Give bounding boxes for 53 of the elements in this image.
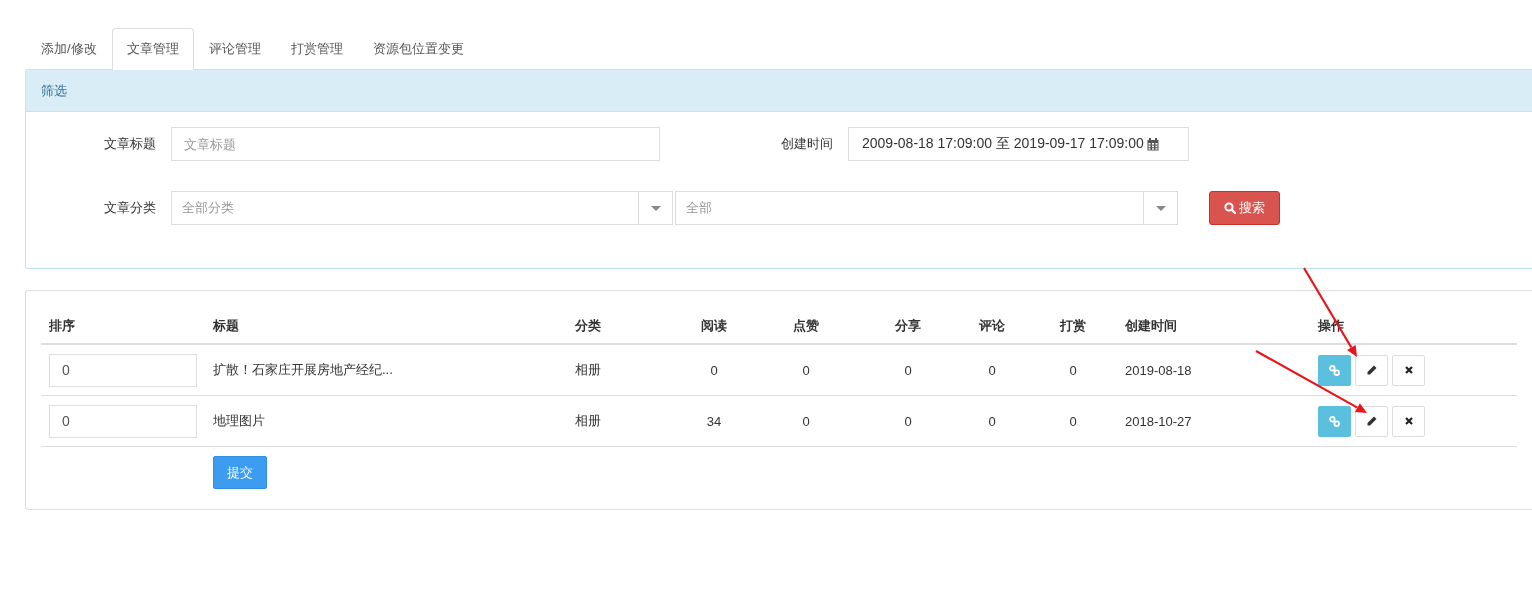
delete-button[interactable] [1392, 405, 1425, 437]
table-cell: 0 [802, 413, 810, 429]
column-header: 打赏 [1029, 309, 1117, 344]
link-icon [1329, 415, 1340, 427]
table-cell: 0 [988, 413, 996, 429]
order-input[interactable]: 0 [49, 404, 197, 438]
table-cell: 34 [706, 413, 722, 429]
edit-button[interactable] [1355, 354, 1388, 386]
column-header: 标题 [205, 309, 567, 344]
column-header: 评论 [955, 309, 1029, 344]
tab[interactable]: 打赏管理 [275, 28, 358, 69]
table-cell: 0 [1069, 362, 1077, 378]
table-cell: 相册 [575, 362, 601, 377]
table-cell: 0 [988, 362, 996, 378]
column-header: 阅读 [677, 309, 751, 344]
table-cell: 地理图片 [213, 413, 265, 428]
close-icon [1404, 417, 1413, 425]
column-header: 分类 [567, 309, 677, 344]
column-header: 创建时间 [1117, 309, 1310, 344]
tab[interactable]: 文章管理 [111, 28, 194, 70]
table-cell: 0 [710, 362, 718, 378]
column-header: 分享 [861, 309, 955, 344]
table-cell: 0 [904, 362, 912, 378]
caret-icon [1155, 205, 1166, 211]
tab[interactable]: 资源包位置变更 [357, 28, 479, 69]
column-header: 点赞 [751, 309, 861, 344]
tab[interactable]: 添加/修改 [26, 28, 112, 69]
table-cell: 2019-08-18 [1125, 362, 1192, 378]
table-cell: 相册 [575, 413, 601, 428]
table-cell: 扩散！石家庄开展房地产经纪... [213, 362, 393, 377]
pencil-icon [1366, 365, 1377, 375]
close-icon [1404, 366, 1413, 374]
table-cell: 0 [802, 362, 810, 378]
title-input[interactable]: 文章标题 [171, 127, 660, 161]
search-button[interactable]: 搜索 [1209, 191, 1280, 225]
table-cell: 0 [904, 413, 912, 429]
delete-button[interactable] [1392, 354, 1425, 386]
tab[interactable]: 评论管理 [193, 28, 276, 69]
panel-heading: 筛选 [26, 70, 1532, 112]
field-label: 文章标题 [103, 135, 157, 153]
link-icon [1329, 364, 1340, 376]
edit-button[interactable] [1355, 405, 1388, 437]
calendar-icon [1146, 137, 1159, 151]
order-input[interactable]: 0 [49, 353, 197, 387]
field-label: 文章分类 [103, 199, 157, 217]
table-cell: 2018-10-27 [1125, 413, 1192, 429]
table-cell: 0 [1069, 413, 1077, 429]
date-range-field[interactable]: 2009-08-18 17:09:00 至 2019-09-17 17:09:00 [848, 127, 1189, 161]
search-icon [1224, 202, 1236, 214]
field-label: 创建时间 [780, 135, 834, 153]
caret-icon [650, 205, 661, 211]
column-header: 排序 [41, 309, 205, 344]
pencil-icon [1366, 416, 1377, 426]
